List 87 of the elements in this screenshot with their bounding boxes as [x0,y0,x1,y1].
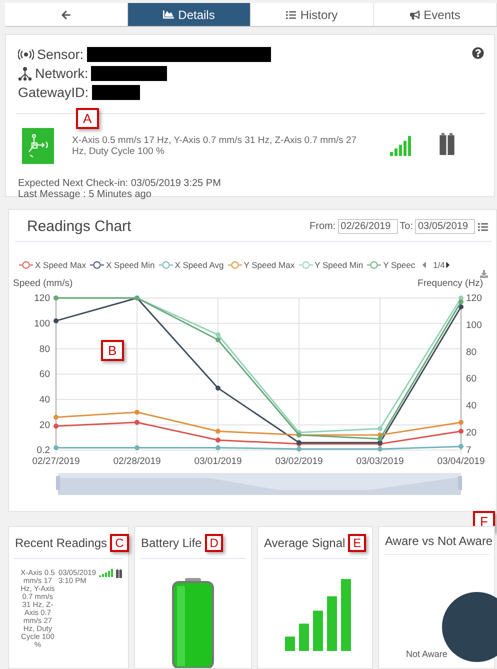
network-icon [18,66,32,80]
annotation-label: E [348,534,366,552]
axis-sensor-icon [27,133,49,159]
data-point [216,445,220,450]
legend-marker-icon [19,261,33,269]
from-date-field[interactable]: 02/26/2019 [338,219,398,234]
tick-label: 02/28/2019 [113,456,161,467]
tick-label: 60 [466,374,477,385]
legend-item[interactable]: X Speed Min [90,260,155,270]
card-title: Readings Chart [27,218,132,235]
data-point [134,410,140,415]
last-message-text: Last Message : 5 Minutes ago [18,189,152,200]
to-label: To: [400,221,413,232]
legend-marker-icon [228,261,242,269]
tick-label: 40 [466,400,477,412]
field-label: GatewayID: [18,85,89,100]
legend-marker-icon [158,261,173,269]
signal-icon [99,569,113,577]
back-arrow-icon [61,10,71,20]
card-title: Battery Life [141,536,202,550]
data-point [54,414,58,420]
slice-label: Not Aware [406,649,448,659]
tick-label: 80 [39,344,50,355]
list-icon [286,10,296,20]
tick-label: 03/04/2019 [437,456,485,467]
signal-icon [390,136,411,156]
help-icon[interactable] [472,47,484,59]
tick-label: 60 [39,369,50,380]
legend-marker-icon [367,261,382,269]
from-label: From: [310,221,336,232]
signal-bars-drawing [285,579,351,651]
field-label: Network: [35,66,88,81]
card-title: Average Signal [264,536,346,550]
legend-item[interactable]: Y Speed Max [228,260,295,270]
next-checkin-text: Expected Next Check-in: 03/05/2019 3:25 PM [18,178,222,189]
legend-item[interactable]: Y Speed Min [298,260,364,270]
annotation-label: D [204,534,224,552]
data-point [134,420,140,425]
tick-label: 20 [466,428,477,439]
annotation-label: C [110,534,129,552]
data-point [216,438,220,443]
redacted-block [92,85,140,100]
battery-icon [115,569,123,578]
card-title: Recent Readings [15,536,108,550]
tick-label: 100 [34,318,50,330]
annotation-label: B [101,340,124,361]
legend-item[interactable]: X Speed Max [19,260,86,270]
tick-label: 20 [39,420,50,431]
tab[interactable]: Details [128,3,251,26]
legend-item[interactable]: X Speed Avg [158,260,224,270]
tick-label: 02/27/2019 [32,456,80,467]
download-icon[interactable] [480,270,488,278]
data-point [134,445,140,450]
battery-icon [437,132,457,154]
tick-label: 0.2 [36,445,50,456]
broadcast-icon [18,49,34,60]
megaphone-icon [410,10,420,20]
legend-page: 1/4 [433,260,445,270]
tick-label: 7 [466,445,472,456]
menu-icon[interactable] [478,222,488,232]
data-point [216,386,220,391]
chart-icon [163,9,174,20]
tick-label: 120 [34,293,50,304]
legend-item[interactable]: Y Speec [367,260,416,270]
tick-label: 120 [466,293,482,304]
legend-marker-icon [90,261,104,269]
tick-label: 03/02/2019 [275,456,323,467]
legend-marker-icon [298,261,313,269]
tick-label: 03/03/2019 [356,456,404,467]
tick-label: 100 [466,320,482,331]
field-label: Sensor: [37,47,84,62]
card-title: Aware vs Not Aware [385,534,493,548]
data-point [458,444,464,449]
data-point [458,420,464,425]
tick-label: 40 [39,394,50,406]
data-point [458,428,464,434]
reading-text: X-Axis 0.5 mm/s 17 Hz, Y-Axis 0.7 mm/s 31 Hz, Z-Axis 0.7 mm/s 27 Hz, Duty Cycle 100 % [72,135,358,157]
tick-label: 03/01/2019 [194,456,242,467]
axis-title: Speed (mm/s) [13,278,73,289]
data-point [54,445,58,450]
to-date-field[interactable]: 03/05/2019 [415,219,475,234]
tick-label: 80 [466,346,477,358]
data-point [54,318,58,324]
data-point [216,428,220,434]
data-point [54,424,58,429]
annotation-label: A [76,108,99,129]
axis-title: Frequency (Hz) [418,278,483,289]
